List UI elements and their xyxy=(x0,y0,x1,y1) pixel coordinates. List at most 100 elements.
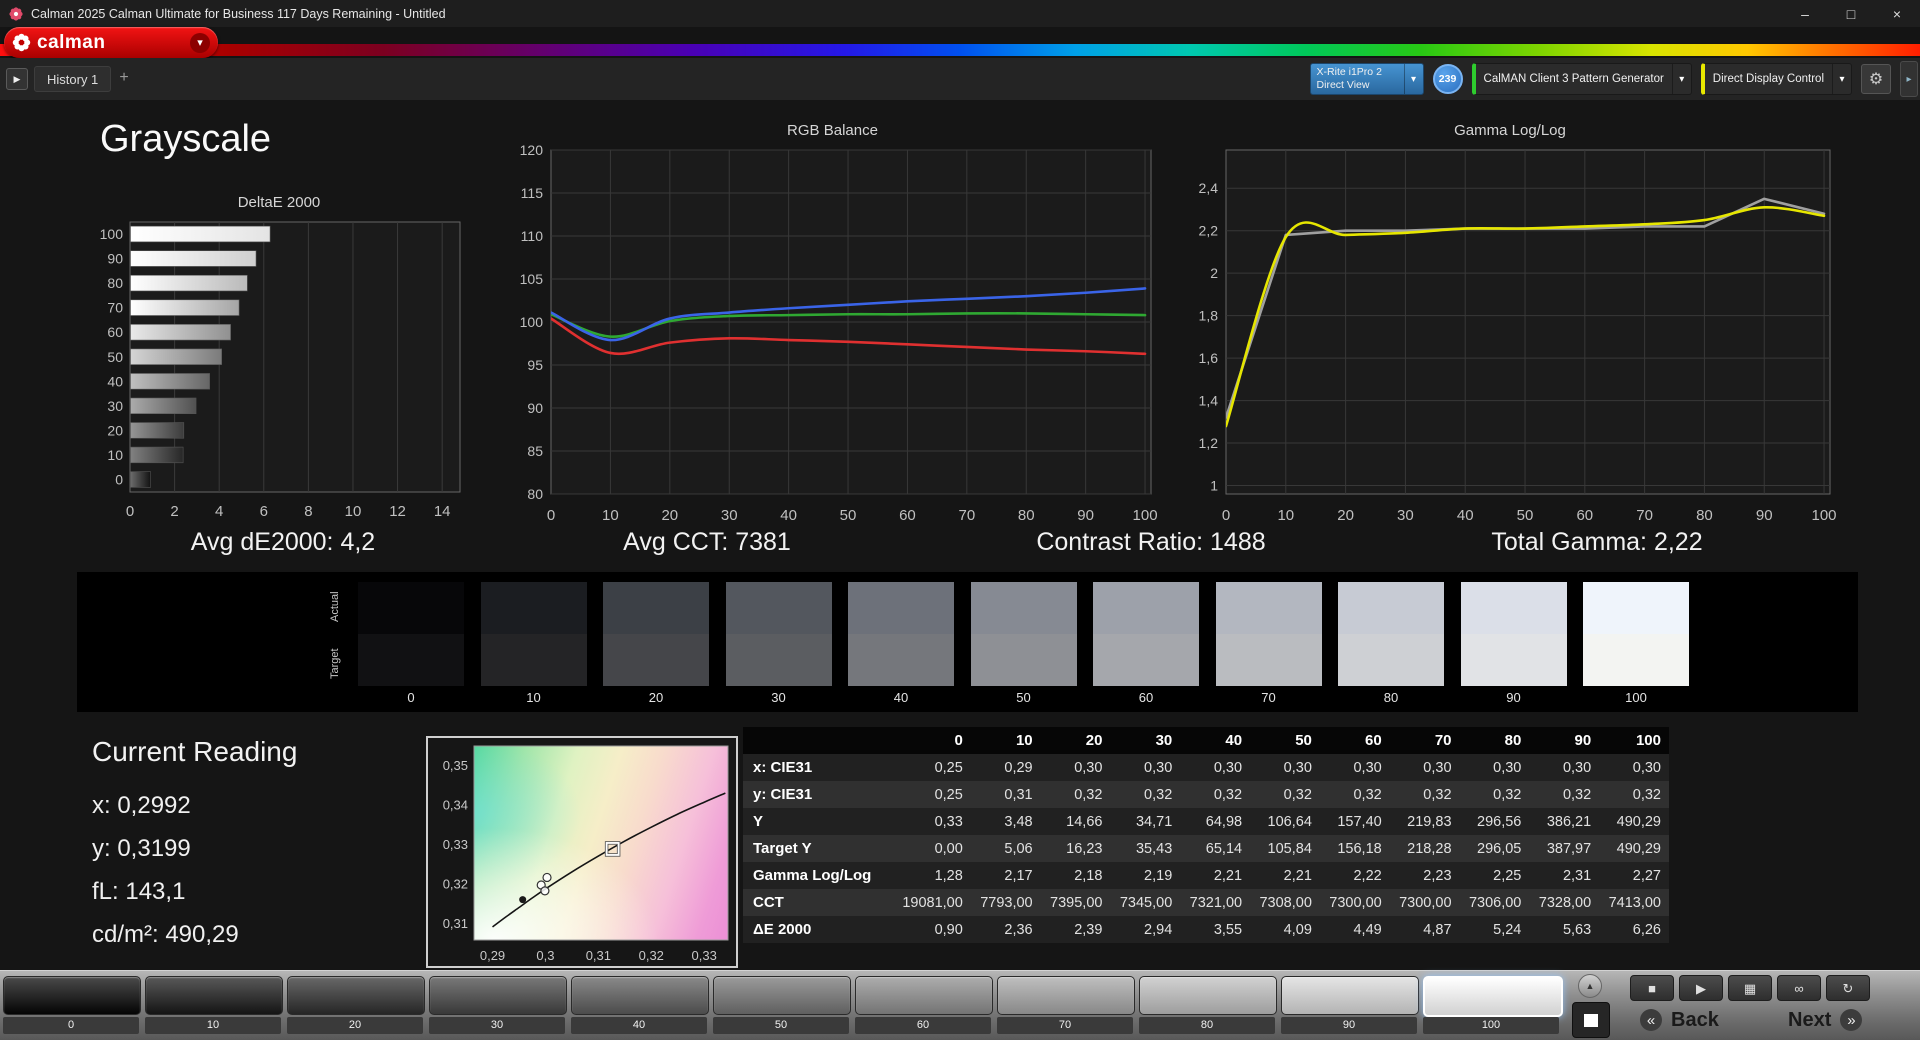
meter-dropdown[interactable]: X-Rite i1Pro 2 Direct View ▾ xyxy=(1309,63,1424,95)
calman-app-icon xyxy=(9,6,23,21)
svg-text:14: 14 xyxy=(434,503,451,520)
table-cell: 0,33 xyxy=(934,813,963,830)
svg-text:1,4: 1,4 xyxy=(1199,393,1219,409)
current-reading-cdm2: cd/m²: 490,29 xyxy=(92,921,239,948)
page-title: Grayscale xyxy=(100,118,272,160)
next-button[interactable]: Next » xyxy=(1788,1007,1863,1033)
table-cell: 0,32 xyxy=(1074,786,1103,803)
patch-button-10[interactable] xyxy=(145,976,283,1015)
save-icon: ▦ xyxy=(1743,980,1757,996)
swatch-target xyxy=(1338,634,1444,686)
table-cell: 7395,00 xyxy=(1050,894,1103,911)
table-cell: 7308,00 xyxy=(1259,894,1312,911)
current-reading-fl: fL: 143,1 xyxy=(92,878,186,905)
pattern-window-icon xyxy=(1584,1013,1598,1027)
table-cell: 2,21 xyxy=(1213,867,1243,884)
patch-button-70[interactable] xyxy=(997,976,1135,1015)
expand-panel-button[interactable]: ▲ xyxy=(1578,974,1602,998)
table-cell: 2,25 xyxy=(1493,867,1522,884)
svg-text:100: 100 xyxy=(100,226,124,242)
table-row: Gamma Log/Log 1,28 2,17 2,18 2,19 2,21 2,21 2,2… xyxy=(743,862,1669,889)
save-button[interactable]: ▦ xyxy=(1728,975,1772,1001)
stat-avg-de2000: Avg dE2000: 4,2 xyxy=(190,528,376,556)
column-header: 20 xyxy=(1085,732,1103,749)
chevron-down-icon: ▾ xyxy=(1671,64,1691,94)
tabbar: ▶ History 1 + X-Rite i1Pro 2 Direct View… xyxy=(0,58,1920,101)
table-cell: 0,25 xyxy=(934,759,963,776)
table-cell: 2,19 xyxy=(1144,867,1173,884)
calman-menu-button[interactable]: calman ▾ xyxy=(4,27,218,58)
swatch-target xyxy=(1583,634,1689,686)
back-button[interactable]: « Back xyxy=(1640,1007,1719,1033)
meter-count-badge[interactable]: 239 xyxy=(1432,64,1463,94)
gamma-chart: Gamma Log/Log 1 1,2 1,4 1,6 1,8 2 2,2 2,4 0 10 20 3… xyxy=(1180,120,1840,530)
play-button[interactable]: ▶ xyxy=(1679,975,1723,1001)
minimize-button[interactable]: – xyxy=(1782,0,1828,27)
patch-button-100[interactable] xyxy=(1423,976,1563,1017)
grayscale-swatch-80 xyxy=(1338,582,1444,686)
swatch-label: 30 xyxy=(771,690,786,705)
table-row: CCT 19081,00 7793,00 7395,00 7345,00 7321,00 7… xyxy=(743,889,1669,916)
svg-text:10: 10 xyxy=(602,507,619,524)
patch-button-50[interactable] xyxy=(713,976,851,1015)
table-cell: 6,26 xyxy=(1632,921,1661,938)
stop-button[interactable]: ■ xyxy=(1630,975,1674,1001)
swatch-actual xyxy=(848,582,954,634)
chevron-down-icon[interactable]: ▾ xyxy=(190,32,210,53)
pattern-generator-dropdown[interactable]: CalMAN Client 3 Pattern Generator ▾ xyxy=(1471,63,1692,95)
svg-text:2,4: 2,4 xyxy=(1199,180,1219,196)
table-cell: 0,25 xyxy=(934,786,963,803)
svg-text:80: 80 xyxy=(107,275,123,291)
link-button[interactable]: ∞ xyxy=(1777,975,1821,1001)
grayscale-swatch-40 xyxy=(848,582,954,686)
column-header: 80 xyxy=(1504,732,1522,749)
side-panel-handle[interactable]: ▸ xyxy=(1900,61,1918,97)
patch-button-60[interactable] xyxy=(855,976,993,1015)
meter-name: X-Rite i1Pro 2 xyxy=(1316,65,1382,78)
grayscale-swatch-60 xyxy=(1093,582,1199,686)
table-cell: 0,30 xyxy=(1423,759,1452,776)
rgb-chart-title: RGB Balance xyxy=(787,122,878,139)
svg-text:85: 85 xyxy=(527,443,543,459)
table-cell: 2,17 xyxy=(1004,867,1033,884)
bottom-bar: 0 10 20 30 40 50 60 70 80 90 100 ▲ ■ ▶ ▦ ∞ ↻ « Back Ne… xyxy=(0,970,1920,1040)
patch-label-10: 10 xyxy=(145,1017,281,1034)
gear-icon[interactable]: ⚙ xyxy=(1861,64,1891,94)
svg-text:70: 70 xyxy=(107,300,123,316)
column-header: 100 xyxy=(1635,732,1661,749)
add-tab-button[interactable]: + xyxy=(112,66,136,90)
swatch-target xyxy=(358,634,464,686)
maximize-button[interactable]: □ xyxy=(1828,0,1874,27)
patch-label-0: 0 xyxy=(3,1017,139,1034)
table-cell: 0,32 xyxy=(1213,786,1243,803)
table-cell: 2,36 xyxy=(1004,921,1033,938)
table-cell: 65,14 xyxy=(1205,840,1243,857)
swatch-target xyxy=(480,634,587,686)
refresh-button[interactable]: ↻ xyxy=(1826,975,1870,1001)
patch-button-30[interactable] xyxy=(429,976,567,1015)
svg-text:100: 100 xyxy=(1812,507,1837,524)
patch-label-100: 100 xyxy=(1423,1017,1559,1034)
patch-button-20[interactable] xyxy=(287,976,425,1015)
row-label: y: CIE31 xyxy=(753,786,813,803)
table-cell: 0,30 xyxy=(1353,759,1382,776)
svg-text:1,2: 1,2 xyxy=(1199,435,1219,451)
column-header: 0 xyxy=(954,732,963,749)
close-button[interactable]: × xyxy=(1874,0,1920,27)
swatch-actual xyxy=(970,582,1077,634)
hardware-toolbar: X-Rite i1Pro 2 Direct View ▾ 239 CalMAN … xyxy=(1309,58,1918,100)
patch-button-80[interactable] xyxy=(1139,976,1277,1015)
tab-history-1[interactable]: History 1 xyxy=(34,66,112,92)
table-cell: 7793,00 xyxy=(980,894,1033,911)
grayscale-swatch-90 xyxy=(1460,582,1567,686)
svg-text:40: 40 xyxy=(107,373,123,389)
history-collapse-button[interactable]: ▶ xyxy=(6,68,28,90)
pattern-window-button[interactable] xyxy=(1572,1002,1610,1038)
table-cell: 7300,00 xyxy=(1329,894,1382,911)
patch-button-90[interactable] xyxy=(1281,976,1419,1015)
patch-button-0[interactable] xyxy=(3,976,141,1015)
display-control-dropdown[interactable]: Direct Display Control ▾ xyxy=(1700,63,1852,95)
table-cell: 5,06 xyxy=(1004,840,1033,857)
grayscale-swatch-10 xyxy=(480,582,587,686)
patch-button-40[interactable] xyxy=(571,976,709,1015)
